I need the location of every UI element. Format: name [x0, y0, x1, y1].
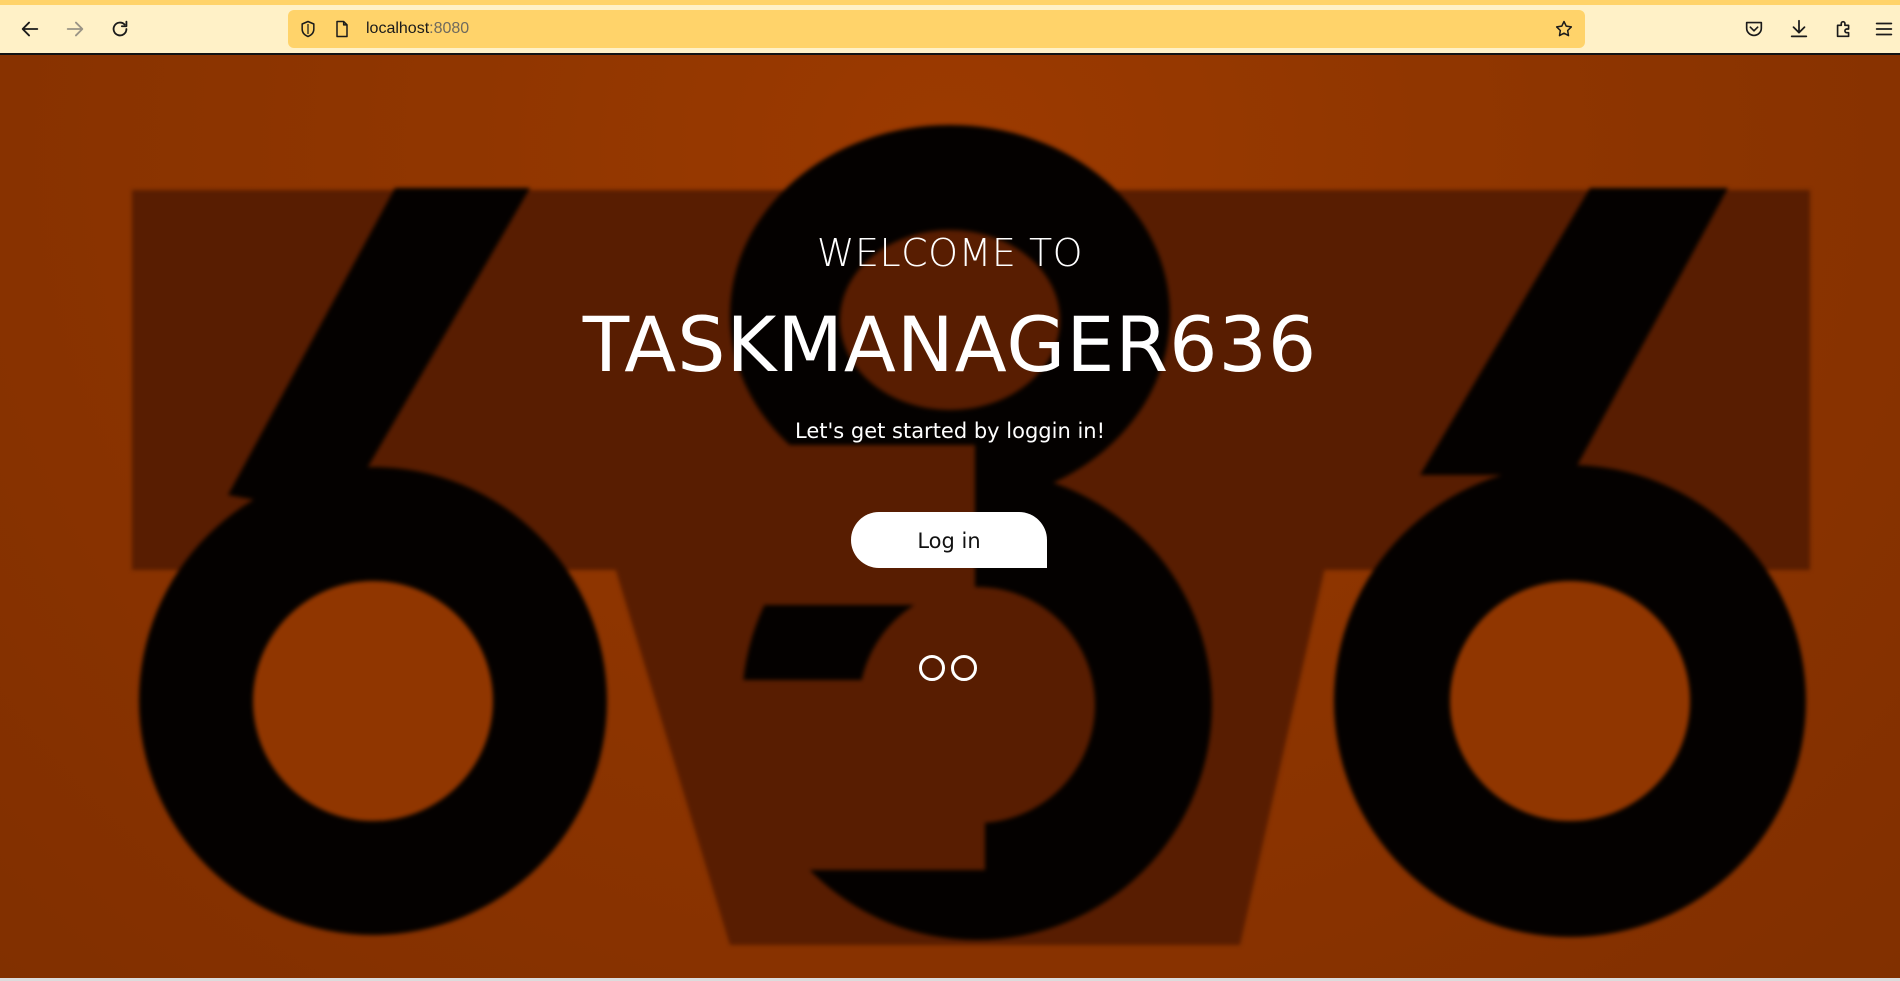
slide-dot-2[interactable]: [951, 655, 977, 681]
download-icon: [1790, 19, 1808, 38]
slide-indicators: [919, 655, 981, 681]
url-host: localhost: [366, 20, 430, 37]
login-button[interactable]: Log in: [851, 512, 1047, 568]
arrow-right-icon: [66, 21, 84, 37]
back-button[interactable]: [14, 13, 46, 45]
puzzle-icon: [1836, 20, 1850, 38]
forward-button[interactable]: [59, 13, 91, 45]
url-port: :8080: [429, 20, 470, 37]
browser-toolbar: localhost:8080: [0, 0, 1900, 55]
page-icon[interactable]: [331, 18, 353, 40]
app-title: TASKMANAGER636: [582, 300, 1318, 389]
hero-section: WELCOME TO TASKMANAGER636 Let's get star…: [0, 55, 1900, 981]
shield-icon[interactable]: [297, 18, 319, 40]
arrow-left-icon: [21, 21, 39, 37]
browser-window: localhost:8080 WELCOME TO TASKMANAGER636…: [0, 0, 1900, 981]
hamburger-menu-icon: [1875, 22, 1893, 36]
menu-button[interactable]: [1870, 13, 1898, 45]
extensions-button[interactable]: [1828, 13, 1860, 45]
reload-button[interactable]: [104, 13, 136, 45]
star-icon[interactable]: [1553, 18, 1575, 40]
hero-subtitle: Let's get started by loggin in!: [794, 419, 1106, 443]
welcome-heading: WELCOME TO: [816, 231, 1084, 275]
url-text[interactable]: localhost:8080: [366, 19, 469, 39]
pocket-button[interactable]: [1738, 13, 1770, 45]
downloads-button[interactable]: [1783, 13, 1815, 45]
reload-icon: [112, 20, 128, 37]
pocket-icon: [1745, 21, 1763, 37]
address-bar[interactable]: localhost:8080: [288, 10, 1585, 48]
landing-page: WELCOME TO TASKMANAGER636 Let's get star…: [0, 55, 1900, 981]
slide-dot-1[interactable]: [919, 655, 945, 681]
